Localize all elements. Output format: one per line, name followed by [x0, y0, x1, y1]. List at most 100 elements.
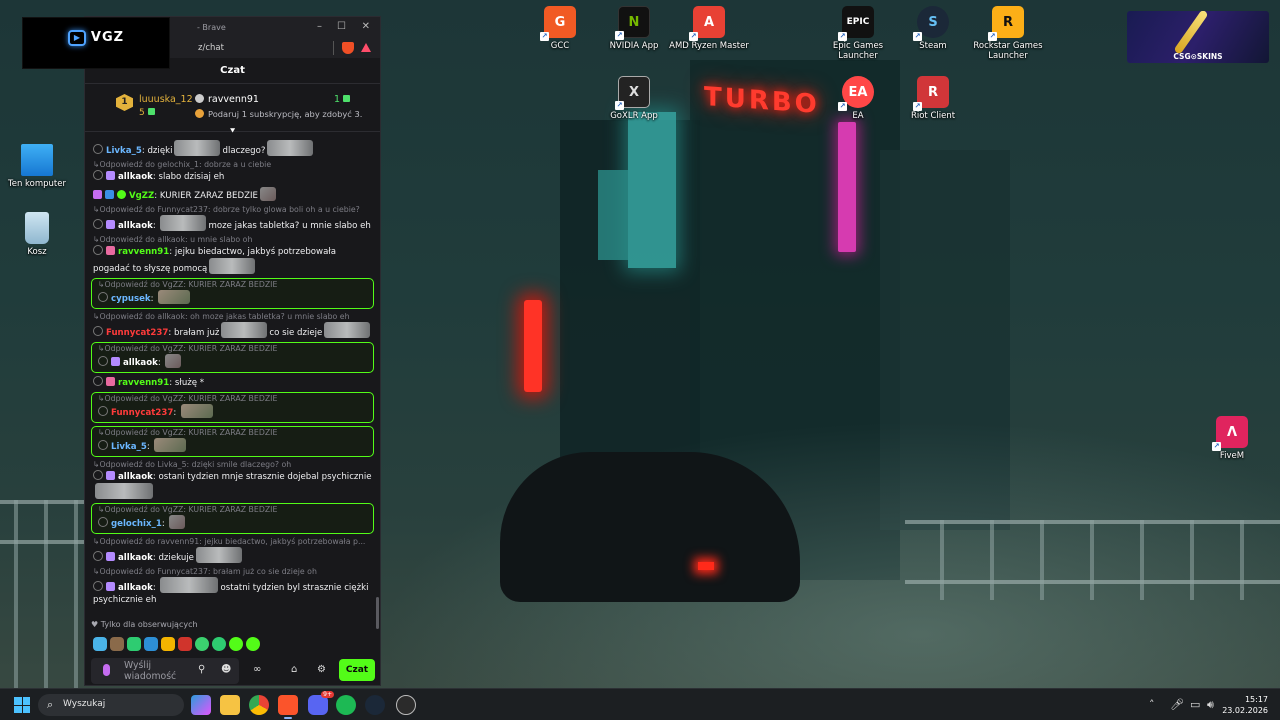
store-icon[interactable]: ⌂	[291, 664, 297, 675]
emote-image	[324, 322, 371, 338]
nvidia-icon: N ↗	[615, 6, 650, 40]
username[interactable]: Funnycat237	[106, 328, 168, 338]
desktop-icon-nvidia-app[interactable]: N ↗ NVIDIA App	[594, 6, 674, 51]
emote-image	[195, 547, 242, 563]
minimize-button[interactable]: –	[317, 21, 322, 32]
username[interactable]: gelochix_1	[111, 519, 162, 529]
chat-message-highlighted: Odpowiedź do VgZZ: KURIER ZARAZ BEDZIE c…	[91, 278, 374, 309]
username[interactable]: Livka_5	[111, 442, 147, 452]
volume-icon[interactable]: 🔊︎	[1207, 698, 1214, 712]
csgo-skins-widget[interactable]: CSG⊙SKINS	[1127, 11, 1269, 63]
spotify-icon[interactable]	[336, 695, 356, 715]
chat-message: Odpowiedź do Funnycat237: dobrze tylko g…	[93, 205, 374, 232]
brave-icon[interactable]	[278, 695, 298, 719]
discord-icon[interactable]: 9+	[308, 691, 334, 715]
brave-shields-icon[interactable]	[342, 42, 354, 54]
format-icon[interactable]: ⚲	[198, 664, 205, 675]
username[interactable]: allkaok	[123, 358, 158, 368]
username[interactable]: Funnycat237	[111, 408, 173, 418]
emote-button[interactable]	[246, 637, 260, 651]
gem-icon	[343, 95, 350, 102]
network-icon[interactable]: ▭	[1190, 698, 1200, 711]
taskbar-search[interactable]: ⌕ Wyszukaj	[38, 694, 184, 716]
chat-message-input[interactable]: Wyślij wiadomość ⚲ ☻	[91, 658, 239, 684]
emote-button[interactable]	[229, 637, 243, 651]
steam-taskbar-icon[interactable]	[365, 695, 385, 715]
vgz-overlay: ▶ VGZ	[22, 17, 170, 69]
username[interactable]: allkaok	[118, 583, 153, 593]
system-clock[interactable]: 15:17 23.02.2026	[1222, 694, 1268, 716]
fivem-icon: Λ ↗	[1212, 416, 1248, 451]
brave-browser-window[interactable]: - Brave – ☐ ✕ z/chat Czat 1 luuuska_12 5…	[84, 16, 381, 686]
info-icon	[195, 109, 204, 118]
riot-client-icon: R ↗	[913, 76, 949, 111]
username[interactable]: cypusek	[111, 294, 151, 304]
chat-message-highlighted: Odpowiedź do VgZZ: KURIER ZARAZ BEDZIE L…	[91, 426, 374, 457]
maximize-button[interactable]: ☐	[337, 21, 346, 32]
gcc-icon: G ↗	[540, 6, 576, 41]
username[interactable]: Livka_5	[106, 146, 142, 156]
emote-button[interactable]	[178, 637, 192, 651]
chat-message-highlighted: Odpowiedź do VgZZ: KURIER ZARAZ BEDZIE F…	[91, 392, 374, 423]
leader-user[interactable]: luuuska_12	[139, 94, 193, 105]
emote-button[interactable]	[127, 637, 141, 651]
send-chat-button[interactable]: Czat	[339, 659, 375, 681]
desktop-icon-rockstar[interactable]: R ↗ Rockstar Games Launcher	[968, 6, 1048, 61]
car-taillight	[698, 562, 714, 570]
username[interactable]: allkaok	[118, 472, 153, 482]
heart-icon: ♥	[91, 620, 101, 629]
chat-message-highlighted: Odpowiedź do VgZZ: KURIER ZARAZ BEDZIE a…	[91, 342, 374, 373]
neon-sign-cyan	[628, 112, 676, 268]
chat-message: Odpowiedź do Funnycat237: brałam już co …	[93, 567, 374, 606]
chat-scrollbar[interactable]	[376, 597, 379, 629]
file-explorer-icon[interactable]	[220, 695, 240, 715]
obs-icon[interactable]	[396, 695, 416, 715]
emote-button[interactable]	[110, 637, 124, 651]
chat-message: VgZZ: KURIER ZARAZ BEDZIE	[93, 187, 374, 202]
neon-sign-cyan-small	[598, 170, 628, 260]
username[interactable]: allkaok	[118, 221, 153, 231]
username[interactable]: VgZZ	[129, 191, 154, 201]
chrome-icon[interactable]	[249, 695, 269, 715]
emote-button[interactable]	[212, 637, 226, 651]
desktop-icon-recycle-bin[interactable]: Kosz	[0, 212, 77, 257]
username[interactable]: allkaok	[118, 172, 153, 182]
gift-user: ravvenn91	[208, 94, 259, 105]
close-button[interactable]: ✕	[362, 21, 370, 32]
microphone-icon[interactable]	[103, 664, 110, 676]
emote-button[interactable]	[161, 637, 175, 651]
desktop-icon-riot-client[interactable]: R ↗ Riot Client	[893, 76, 973, 121]
microphone-tray-icon[interactable]: 🎤︎	[1170, 698, 1184, 711]
emote-button[interactable]	[195, 637, 209, 651]
emote-button[interactable]	[144, 637, 158, 651]
brave-rewards-icon[interactable]	[361, 43, 371, 52]
username[interactable]: ravvenn91	[118, 247, 169, 257]
emote-quick-bar[interactable]	[93, 637, 260, 651]
gem-icon	[147, 108, 155, 115]
desktop-icon-epic-games[interactable]: EPIC ↗ Epic Games Launcher	[818, 6, 898, 61]
chat-messages: Livka_5: dziękidlaczego? Odpowiedź do ge…	[85, 134, 380, 624]
tray-overflow-chevron-icon[interactable]: ˄	[1149, 698, 1155, 711]
epic-games-icon: EPIC ↗	[838, 6, 874, 41]
username[interactable]: ravvenn91	[118, 378, 169, 388]
desktop-icon-goxlr[interactable]: X ↗ GoXLR App	[594, 76, 674, 121]
windows-start-icon[interactable]	[14, 697, 30, 713]
desktop-icon-fivem[interactable]: Λ ↗ FiveM	[1192, 416, 1272, 461]
emote-image	[95, 483, 153, 499]
points-icon[interactable]: ∞	[253, 664, 261, 675]
username[interactable]: allkaok	[118, 553, 153, 563]
emote-image	[165, 354, 182, 368]
rank-badge: 1	[116, 94, 133, 111]
desktop-icon-gcc[interactable]: G ↗ GCC	[520, 6, 600, 51]
ea-icon: EA ↗	[838, 76, 874, 111]
emote-button[interactable]	[93, 637, 107, 651]
chat-message: ravvenn91: służę *	[93, 376, 374, 389]
desktop-icon-ea[interactable]: EA ↗ EA	[818, 76, 898, 121]
desktop-icon-steam[interactable]: S ↗ Steam	[893, 6, 973, 51]
desktop-icon-this-pc[interactable]: Ten komputer	[0, 144, 77, 189]
copilot-icon[interactable]	[191, 695, 211, 715]
desktop-icon-amd-ryzen-master[interactable]: A ↗ AMD Ryzen Master	[669, 6, 749, 51]
emoji-icon[interactable]: ☻	[221, 664, 231, 675]
rockstar-icon: R ↗	[988, 6, 1024, 41]
settings-gear-icon[interactable]: ⚙	[317, 664, 326, 675]
